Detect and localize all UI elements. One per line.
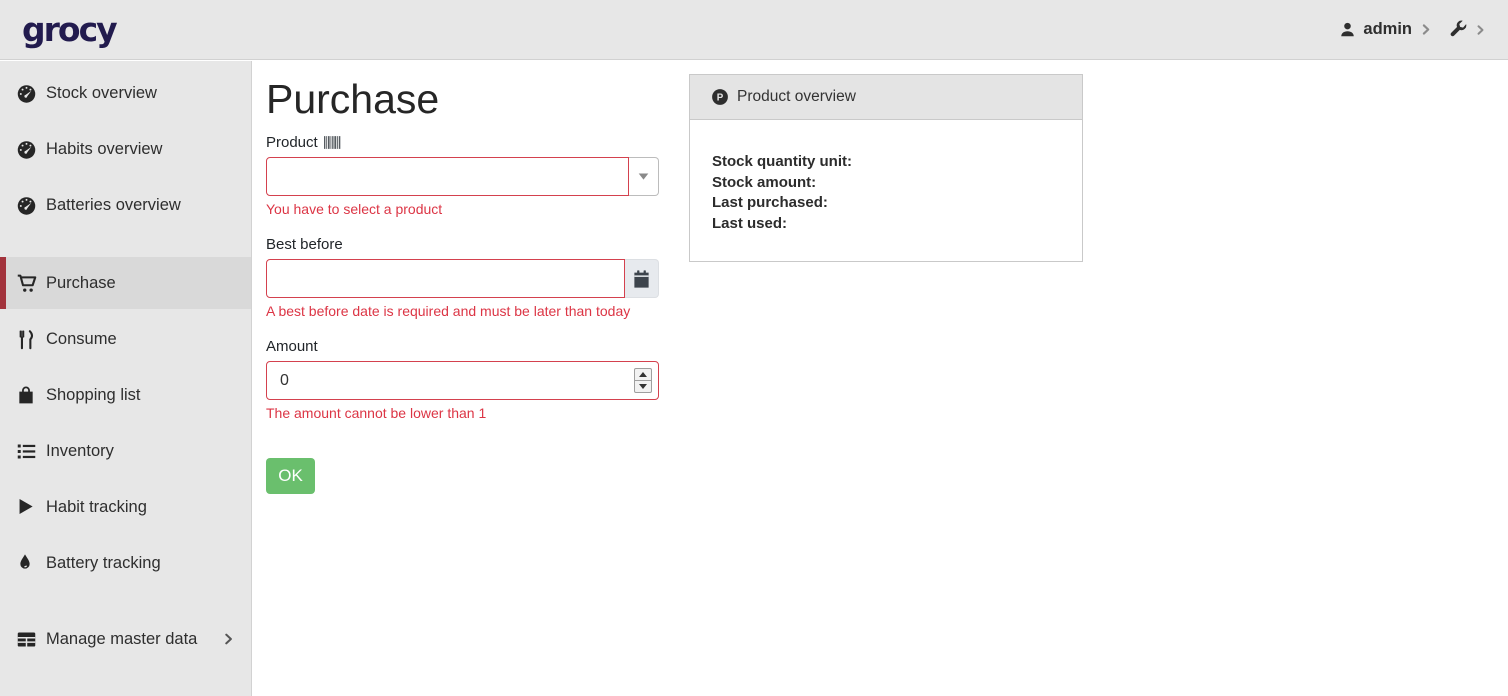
amount-label: Amount	[266, 338, 659, 355]
brand-logo[interactable]: grocy	[22, 13, 116, 46]
product-input[interactable]	[266, 157, 629, 196]
svg-text:P: P	[717, 92, 724, 103]
amount-field-group: Amount The amount cannot be lower than 1	[266, 338, 659, 421]
gauge-icon	[16, 195, 37, 216]
play-icon	[16, 497, 37, 518]
sidebar-nav: Stock overview Habits overview Batteries…	[0, 61, 252, 696]
sidebar-item-label: Purchase	[46, 274, 116, 293]
sidebar-item-battery-tracking[interactable]: Battery tracking	[0, 537, 251, 589]
sidebar-item-label: Habit tracking	[46, 498, 147, 517]
sidebar-item-habit-tracking[interactable]: Habit tracking	[0, 481, 251, 533]
sidebar-item-label: Consume	[46, 330, 117, 349]
sidebar-item-label: Battery tracking	[46, 554, 161, 573]
gauge-icon	[16, 83, 37, 104]
gauge-icon	[16, 139, 37, 160]
barcode-icon	[324, 136, 341, 149]
chevron-right-icon	[221, 632, 235, 646]
amount-input[interactable]	[266, 361, 659, 400]
stock-amount-label: Stock amount:	[712, 173, 1060, 194]
chevron-right-icon	[1474, 24, 1486, 36]
settings-menu[interactable]	[1448, 20, 1486, 39]
product-overview-body: Stock quantity unit: Stock amount: Last …	[690, 120, 1082, 261]
user-menu[interactable]: admin	[1339, 20, 1432, 39]
sidebar-item-habits-overview[interactable]: Habits overview	[0, 123, 251, 175]
last-used-label: Last used:	[712, 214, 1060, 235]
product-label: Product	[266, 134, 318, 151]
sidebar-item-inventory[interactable]: Inventory	[0, 425, 251, 477]
ok-button[interactable]: OK	[266, 458, 315, 494]
stock-quantity-unit-label: Stock quantity unit:	[712, 152, 1060, 173]
stepper-down-icon[interactable]	[635, 381, 651, 392]
calendar-button[interactable]	[625, 259, 660, 298]
product-field-group: Product You have to select a product	[266, 134, 659, 217]
product-error: You have to select a product	[266, 201, 659, 217]
sidebar-item-batteries-overview[interactable]: Batteries overview	[0, 179, 251, 231]
sidebar-item-label: Stock overview	[46, 84, 157, 103]
purchase-form: Product You have to select a product Bes…	[266, 134, 659, 494]
user-name: admin	[1363, 20, 1412, 39]
sidebar-item-label: Shopping list	[46, 386, 140, 405]
product-overview-title: Product overview	[737, 88, 856, 106]
list-icon	[16, 441, 37, 462]
best-before-error: A best before date is required and must …	[266, 303, 659, 319]
sidebar-item-purchase[interactable]: Purchase	[0, 257, 251, 309]
best-before-input[interactable]	[266, 259, 625, 298]
sidebar-item-label: Batteries overview	[46, 196, 181, 215]
main-content: Purchase Product You have to select a pr…	[253, 61, 1508, 696]
sidebar-item-label: Inventory	[46, 442, 114, 461]
wrench-icon	[1448, 20, 1467, 39]
caret-down-icon	[638, 173, 649, 180]
best-before-label: Best before	[266, 236, 659, 253]
utensils-icon	[16, 329, 37, 350]
sidebar-item-label: Manage master data	[46, 630, 197, 649]
sidebar-item-stock-overview[interactable]: Stock overview	[0, 67, 251, 119]
product-overview-card: P Product overview Stock quantity unit: …	[689, 74, 1083, 262]
amount-error: The amount cannot be lower than 1	[266, 405, 659, 421]
sidebar-item-shopping-list[interactable]: Shopping list	[0, 369, 251, 421]
sidebar-item-consume[interactable]: Consume	[0, 313, 251, 365]
chevron-right-icon	[1419, 23, 1432, 36]
droplet-icon	[16, 553, 37, 574]
calendar-icon	[633, 270, 650, 288]
product-overview-header: P Product overview	[690, 75, 1082, 120]
navbar-right: admin	[1339, 20, 1486, 39]
sidebar-item-manage-master-data[interactable]: Manage master data	[0, 613, 251, 665]
shopping-bag-icon	[16, 385, 37, 406]
amount-stepper[interactable]	[634, 368, 652, 393]
product-dropdown-button[interactable]	[629, 157, 659, 196]
product-hunt-icon: P	[711, 88, 729, 106]
user-icon	[1339, 21, 1356, 38]
last-purchased-label: Last purchased:	[712, 193, 1060, 214]
sidebar-item-label: Habits overview	[46, 140, 162, 159]
top-navbar: grocy admin	[0, 0, 1508, 60]
cart-icon	[16, 273, 37, 294]
best-before-field-group: Best before A best before date is requir…	[266, 236, 659, 319]
table-icon	[16, 629, 37, 650]
stepper-up-icon[interactable]	[635, 369, 651, 381]
